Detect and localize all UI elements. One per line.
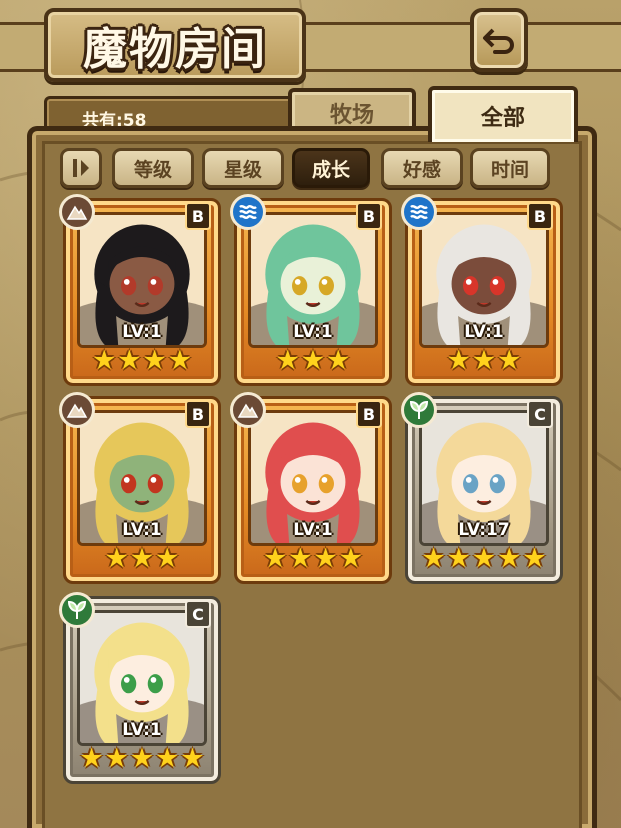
monster-card[interactable]: B LV:1 ★ ★ ★ <box>401 194 563 386</box>
star-icon: ★ <box>92 345 117 376</box>
sort-by-level[interactable]: 等级 <box>112 148 194 188</box>
monster-card[interactable]: B LV:1 ★ ★ ★ <box>59 392 221 584</box>
star-icon: ★ <box>313 543 338 574</box>
star-icon: ★ <box>155 543 180 574</box>
star-rating: ★ ★ ★ <box>234 346 392 378</box>
sort-by-time[interactable]: 时间 <box>470 148 550 188</box>
monster-level: LV:1 <box>122 720 162 740</box>
sort-by-growth-label: 成长 <box>311 158 350 181</box>
water-icon <box>401 194 437 230</box>
monster-level: LV:1 <box>464 322 504 342</box>
star-icon: ★ <box>497 345 522 376</box>
rank-badge: B <box>356 202 382 230</box>
star-rating: ★ ★ ★ <box>405 346 563 378</box>
star-rating: ★ ★ ★ ★ ★ <box>405 544 563 576</box>
star-rating: ★ ★ ★ ★ <box>234 544 392 576</box>
sort-order-toggle[interactable] <box>60 148 102 188</box>
star-icon: ★ <box>471 543 497 574</box>
monster-card[interactable]: B LV:1 ★ ★ ★ ★ <box>230 392 392 584</box>
star-icon: ★ <box>167 345 192 376</box>
star-icon: ★ <box>275 345 300 376</box>
star-icon: ★ <box>117 345 142 376</box>
sort-by-affection-label: 好感 <box>402 158 441 181</box>
page-title: 魔物房间 <box>83 24 267 75</box>
rank-badge: B <box>356 400 382 428</box>
star-icon: ★ <box>104 543 129 574</box>
star-icon: ★ <box>326 345 351 376</box>
sort-bar: 等级 星级 成长 好感 时间 <box>0 148 621 192</box>
monster-card[interactable]: C LV:17 ★ ★ ★ ★ ★ <box>401 392 563 584</box>
monster-card[interactable]: C LV:1 ★ ★ ★ ★ ★ <box>59 592 221 784</box>
star-icon: ★ <box>446 543 471 574</box>
star-icon: ★ <box>129 543 155 574</box>
star-icon: ★ <box>142 345 167 376</box>
monster-level: LV:1 <box>293 520 333 540</box>
rank-badge: C <box>185 600 211 628</box>
earth-icon <box>59 392 95 428</box>
sort-order-icon <box>73 159 89 177</box>
monster-level: LV:17 <box>458 520 510 540</box>
rank-badge: B <box>527 202 553 230</box>
star-rating: ★ ★ ★ <box>63 544 221 576</box>
star-rating: ★ ★ ★ ★ <box>63 346 221 378</box>
wood-icon <box>401 392 437 428</box>
back-button[interactable] <box>470 8 528 72</box>
monster-level: LV:1 <box>122 322 162 342</box>
sort-by-growth[interactable]: 成长 <box>292 148 370 188</box>
wood-icon <box>59 592 95 628</box>
earth-icon <box>230 392 266 428</box>
sort-by-time-label: 时间 <box>490 158 529 181</box>
sort-by-level-label: 等级 <box>133 158 172 181</box>
star-icon: ★ <box>180 743 205 774</box>
rank-badge: B <box>185 400 211 428</box>
back-arrow-icon <box>483 28 514 54</box>
monster-card[interactable]: B LV:1 ★ ★ ★ ★ <box>59 194 221 386</box>
star-icon: ★ <box>421 543 446 574</box>
star-icon: ★ <box>288 543 313 574</box>
star-icon: ★ <box>104 743 129 774</box>
star-icon: ★ <box>471 345 497 376</box>
sort-by-star[interactable]: 星级 <box>202 148 284 188</box>
monster-level: LV:1 <box>122 520 162 540</box>
monster-level: LV:1 <box>293 322 333 342</box>
star-icon: ★ <box>522 543 547 574</box>
water-icon <box>230 194 266 230</box>
tab-all-label: 全部 <box>480 105 525 131</box>
sort-by-affection[interactable]: 好感 <box>381 148 463 188</box>
tab-farm-label: 牧场 <box>329 102 374 128</box>
sort-by-star-label: 星级 <box>223 158 262 181</box>
star-icon: ★ <box>446 345 471 376</box>
rank-badge: C <box>527 400 553 428</box>
title-plate: 魔物房间 <box>44 8 306 82</box>
rank-badge: B <box>185 202 211 230</box>
star-icon: ★ <box>263 543 288 574</box>
monster-card[interactable]: B LV:1 ★ ★ ★ <box>230 194 392 386</box>
star-icon: ★ <box>129 743 155 774</box>
star-icon: ★ <box>338 543 363 574</box>
star-icon: ★ <box>155 743 180 774</box>
star-rating: ★ ★ ★ ★ ★ <box>63 744 221 776</box>
star-icon: ★ <box>79 743 104 774</box>
earth-icon <box>59 194 95 230</box>
star-icon: ★ <box>497 543 522 574</box>
star-icon: ★ <box>300 345 326 376</box>
tab-all[interactable]: 全部 <box>428 86 578 142</box>
